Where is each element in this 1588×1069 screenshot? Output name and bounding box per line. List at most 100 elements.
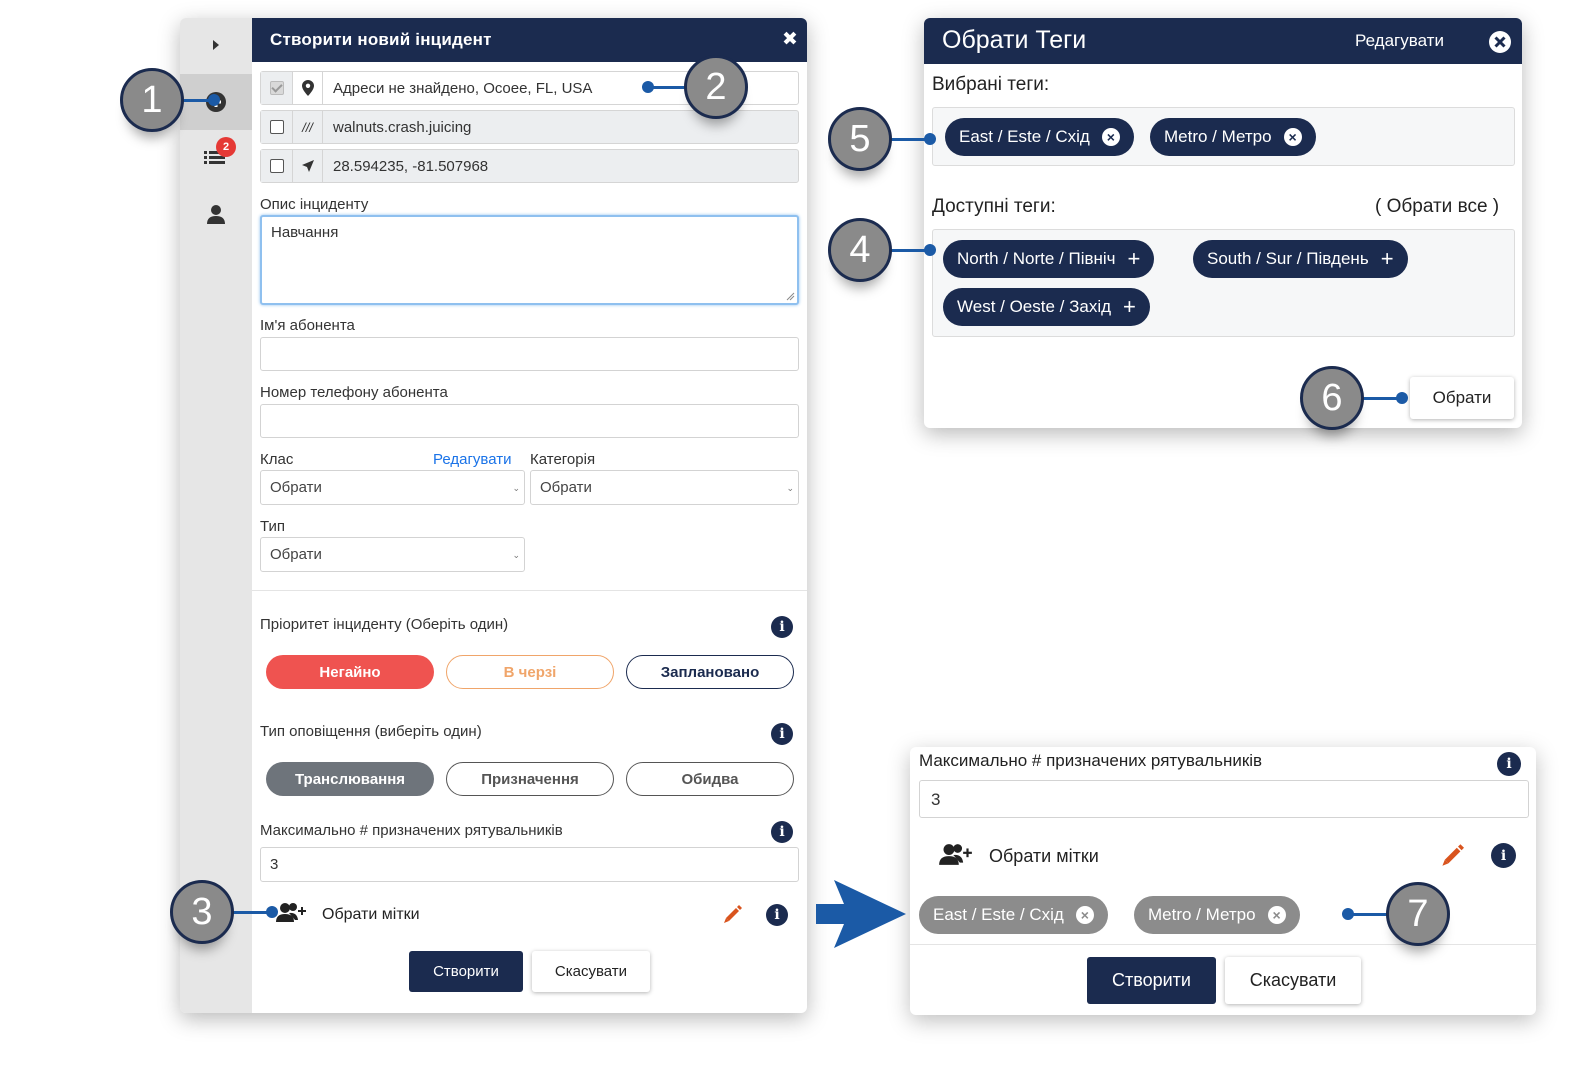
- navigation-arrow-icon: [293, 150, 323, 182]
- alert-type-info-icon[interactable]: i: [771, 723, 793, 745]
- sidebar-item-incident-list[interactable]: 2: [180, 136, 252, 178]
- close-icon[interactable]: [1488, 30, 1512, 54]
- cancel-button[interactable]: Скасувати: [1225, 957, 1361, 1004]
- expand-sidebar-button[interactable]: [180, 30, 252, 60]
- callout-1: 1: [120, 68, 184, 132]
- result-panel: Максимально # призначених рятувальників …: [910, 747, 1536, 1015]
- callout-2: 2: [684, 55, 748, 119]
- add-tag-icon[interactable]: +: [1123, 296, 1136, 318]
- category-select[interactable]: Обрати ⌄: [530, 470, 799, 505]
- select-tags-info-icon[interactable]: i: [766, 904, 788, 926]
- select-tags-label[interactable]: Обрати мітки: [322, 906, 420, 924]
- priority-info-icon[interactable]: i: [771, 616, 793, 638]
- create-button[interactable]: Створити: [409, 951, 523, 992]
- resize-handle-icon[interactable]: [785, 291, 795, 301]
- location-text: Адреси не знайдено, Ocoee, FL, USA: [333, 80, 593, 97]
- select-tags-button[interactable]: Обрати: [1410, 377, 1514, 419]
- priority-urgent-button[interactable]: Негайно: [266, 655, 434, 689]
- callout-6: 6: [1300, 366, 1364, 430]
- max-responders-label: Максимально # призначених рятувальників: [919, 751, 1263, 770]
- chevron-down-icon: ⌄: [512, 483, 520, 493]
- callout-7: 7: [1386, 882, 1450, 946]
- type-select[interactable]: Обрати ⌄: [260, 537, 525, 572]
- available-tags-box: North / Norte / Північ + South / Sur / Пі…: [932, 229, 1515, 337]
- edit-class-link[interactable]: Редагувати: [433, 451, 512, 468]
- divider: [252, 590, 807, 591]
- priority-scheduled-button[interactable]: Заплановано: [626, 655, 794, 689]
- pencil-icon[interactable]: [722, 904, 742, 924]
- create-incident-dialog: Створити новий інцидент ✖ Адреси не знай…: [252, 18, 807, 1013]
- remove-tag-icon[interactable]: ×: [1283, 128, 1302, 146]
- selected-tag[interactable]: East / Este / Схід ×: [945, 118, 1134, 156]
- available-tags-label: Доступні теги:: [932, 196, 1056, 217]
- add-tag-icon[interactable]: +: [1381, 248, 1394, 270]
- alert-assign-button[interactable]: Призначення: [446, 762, 614, 796]
- users-plus-icon: [276, 903, 306, 922]
- callout-3: 3: [170, 880, 234, 944]
- description-label: Опис інциденту: [260, 196, 369, 213]
- add-tag-icon[interactable]: +: [1128, 248, 1141, 270]
- location-checkbox[interactable]: [269, 81, 284, 95]
- available-tag[interactable]: North / Norte / Північ +: [943, 240, 1155, 278]
- alert-type-label: Тип оповіщення (виберіть один): [260, 723, 482, 740]
- available-tag[interactable]: West / Oeste / Захід +: [943, 288, 1150, 326]
- divider: [910, 944, 1536, 945]
- caller-name-label: Ім'я абонента: [260, 317, 355, 334]
- notification-badge: 2: [216, 137, 236, 157]
- location-checkbox[interactable]: [269, 120, 284, 134]
- callout-4: 4: [828, 218, 892, 282]
- chevron-down-icon: ⌄: [786, 483, 794, 493]
- tags-edit-button[interactable]: Редагувати: [1355, 31, 1444, 51]
- selected-tags-label: Вибрані теги:: [932, 74, 1050, 95]
- caller-phone-input[interactable]: [260, 404, 799, 438]
- remove-tag-icon[interactable]: ×: [1101, 128, 1120, 146]
- alert-both-button[interactable]: Обидва: [626, 762, 794, 796]
- users-plus-icon: [939, 844, 972, 865]
- chevron-down-icon: ⌄: [512, 550, 520, 560]
- available-tag[interactable]: South / Sur / Південь +: [1193, 240, 1408, 278]
- max-responders-info-icon[interactable]: i: [1497, 752, 1521, 776]
- remove-tag-icon[interactable]: ×: [1075, 906, 1094, 924]
- remove-tag-icon[interactable]: ×: [1267, 906, 1286, 924]
- tags-dialog-title: Обрати Теги: [942, 26, 1087, 54]
- create-button[interactable]: Створити: [1087, 957, 1216, 1004]
- assigned-tag[interactable]: East / Este / Схід ×: [919, 896, 1108, 934]
- arrow-right-icon: [816, 880, 906, 948]
- dialog-title: Створити новий інцидент: [270, 30, 492, 49]
- location-text: 28.594235, -81.507968: [333, 158, 489, 175]
- cancel-button[interactable]: Скасувати: [532, 951, 650, 992]
- assigned-tag[interactable]: Metro / Метро ×: [1134, 896, 1300, 934]
- location-text: walnuts.crash.juicing: [333, 119, 472, 136]
- caller-name-input[interactable]: [260, 337, 799, 371]
- map-pin-icon: [293, 72, 323, 104]
- tags-dialog-header: Обрати Теги Редагувати: [924, 18, 1522, 64]
- priority-queued-button[interactable]: В черзі: [446, 655, 614, 689]
- class-select[interactable]: Обрати ⌄: [260, 470, 525, 505]
- class-label: Клас: [260, 451, 294, 468]
- location-checkbox[interactable]: [269, 159, 284, 173]
- pencil-icon[interactable]: [1440, 843, 1464, 867]
- selected-tags-box: East / Este / Схід × Metro / Метро ×: [932, 107, 1515, 166]
- max-responders-input[interactable]: 3: [919, 780, 1529, 818]
- chevron-right-icon: [213, 40, 219, 50]
- select-tags-label[interactable]: Обрати мітки: [989, 846, 1099, 867]
- selected-tag[interactable]: Metro / Метро ×: [1150, 118, 1316, 156]
- what3words-icon: ///: [293, 111, 323, 143]
- description-textarea[interactable]: Навчання: [260, 215, 799, 305]
- callout-5: 5: [828, 107, 892, 171]
- select-all-link[interactable]: ( Обрати все ): [1375, 196, 1499, 218]
- max-responders-input[interactable]: 3: [260, 847, 799, 882]
- type-label: Тип: [260, 518, 286, 535]
- max-responders-info-icon[interactable]: i: [771, 821, 793, 843]
- close-icon[interactable]: ✖: [782, 28, 798, 51]
- user-icon: [207, 205, 225, 224]
- category-label: Категорія: [530, 451, 596, 468]
- priority-label: Пріоритет інциденту (Оберіть один): [260, 616, 509, 633]
- sidebar: 2: [180, 18, 252, 1013]
- create-incident-window: 2 Створити новий інцидент ✖ Адреси не зн…: [180, 18, 807, 1013]
- select-tags-info-icon[interactable]: i: [1491, 843, 1516, 868]
- alert-broadcast-button[interactable]: Транслювання: [266, 762, 434, 796]
- sidebar-item-profile[interactable]: [180, 196, 252, 232]
- max-responders-label: Максимально # призначених рятувальників: [260, 822, 563, 839]
- location-row-coordinates[interactable]: 28.594235, -81.507968: [260, 149, 799, 183]
